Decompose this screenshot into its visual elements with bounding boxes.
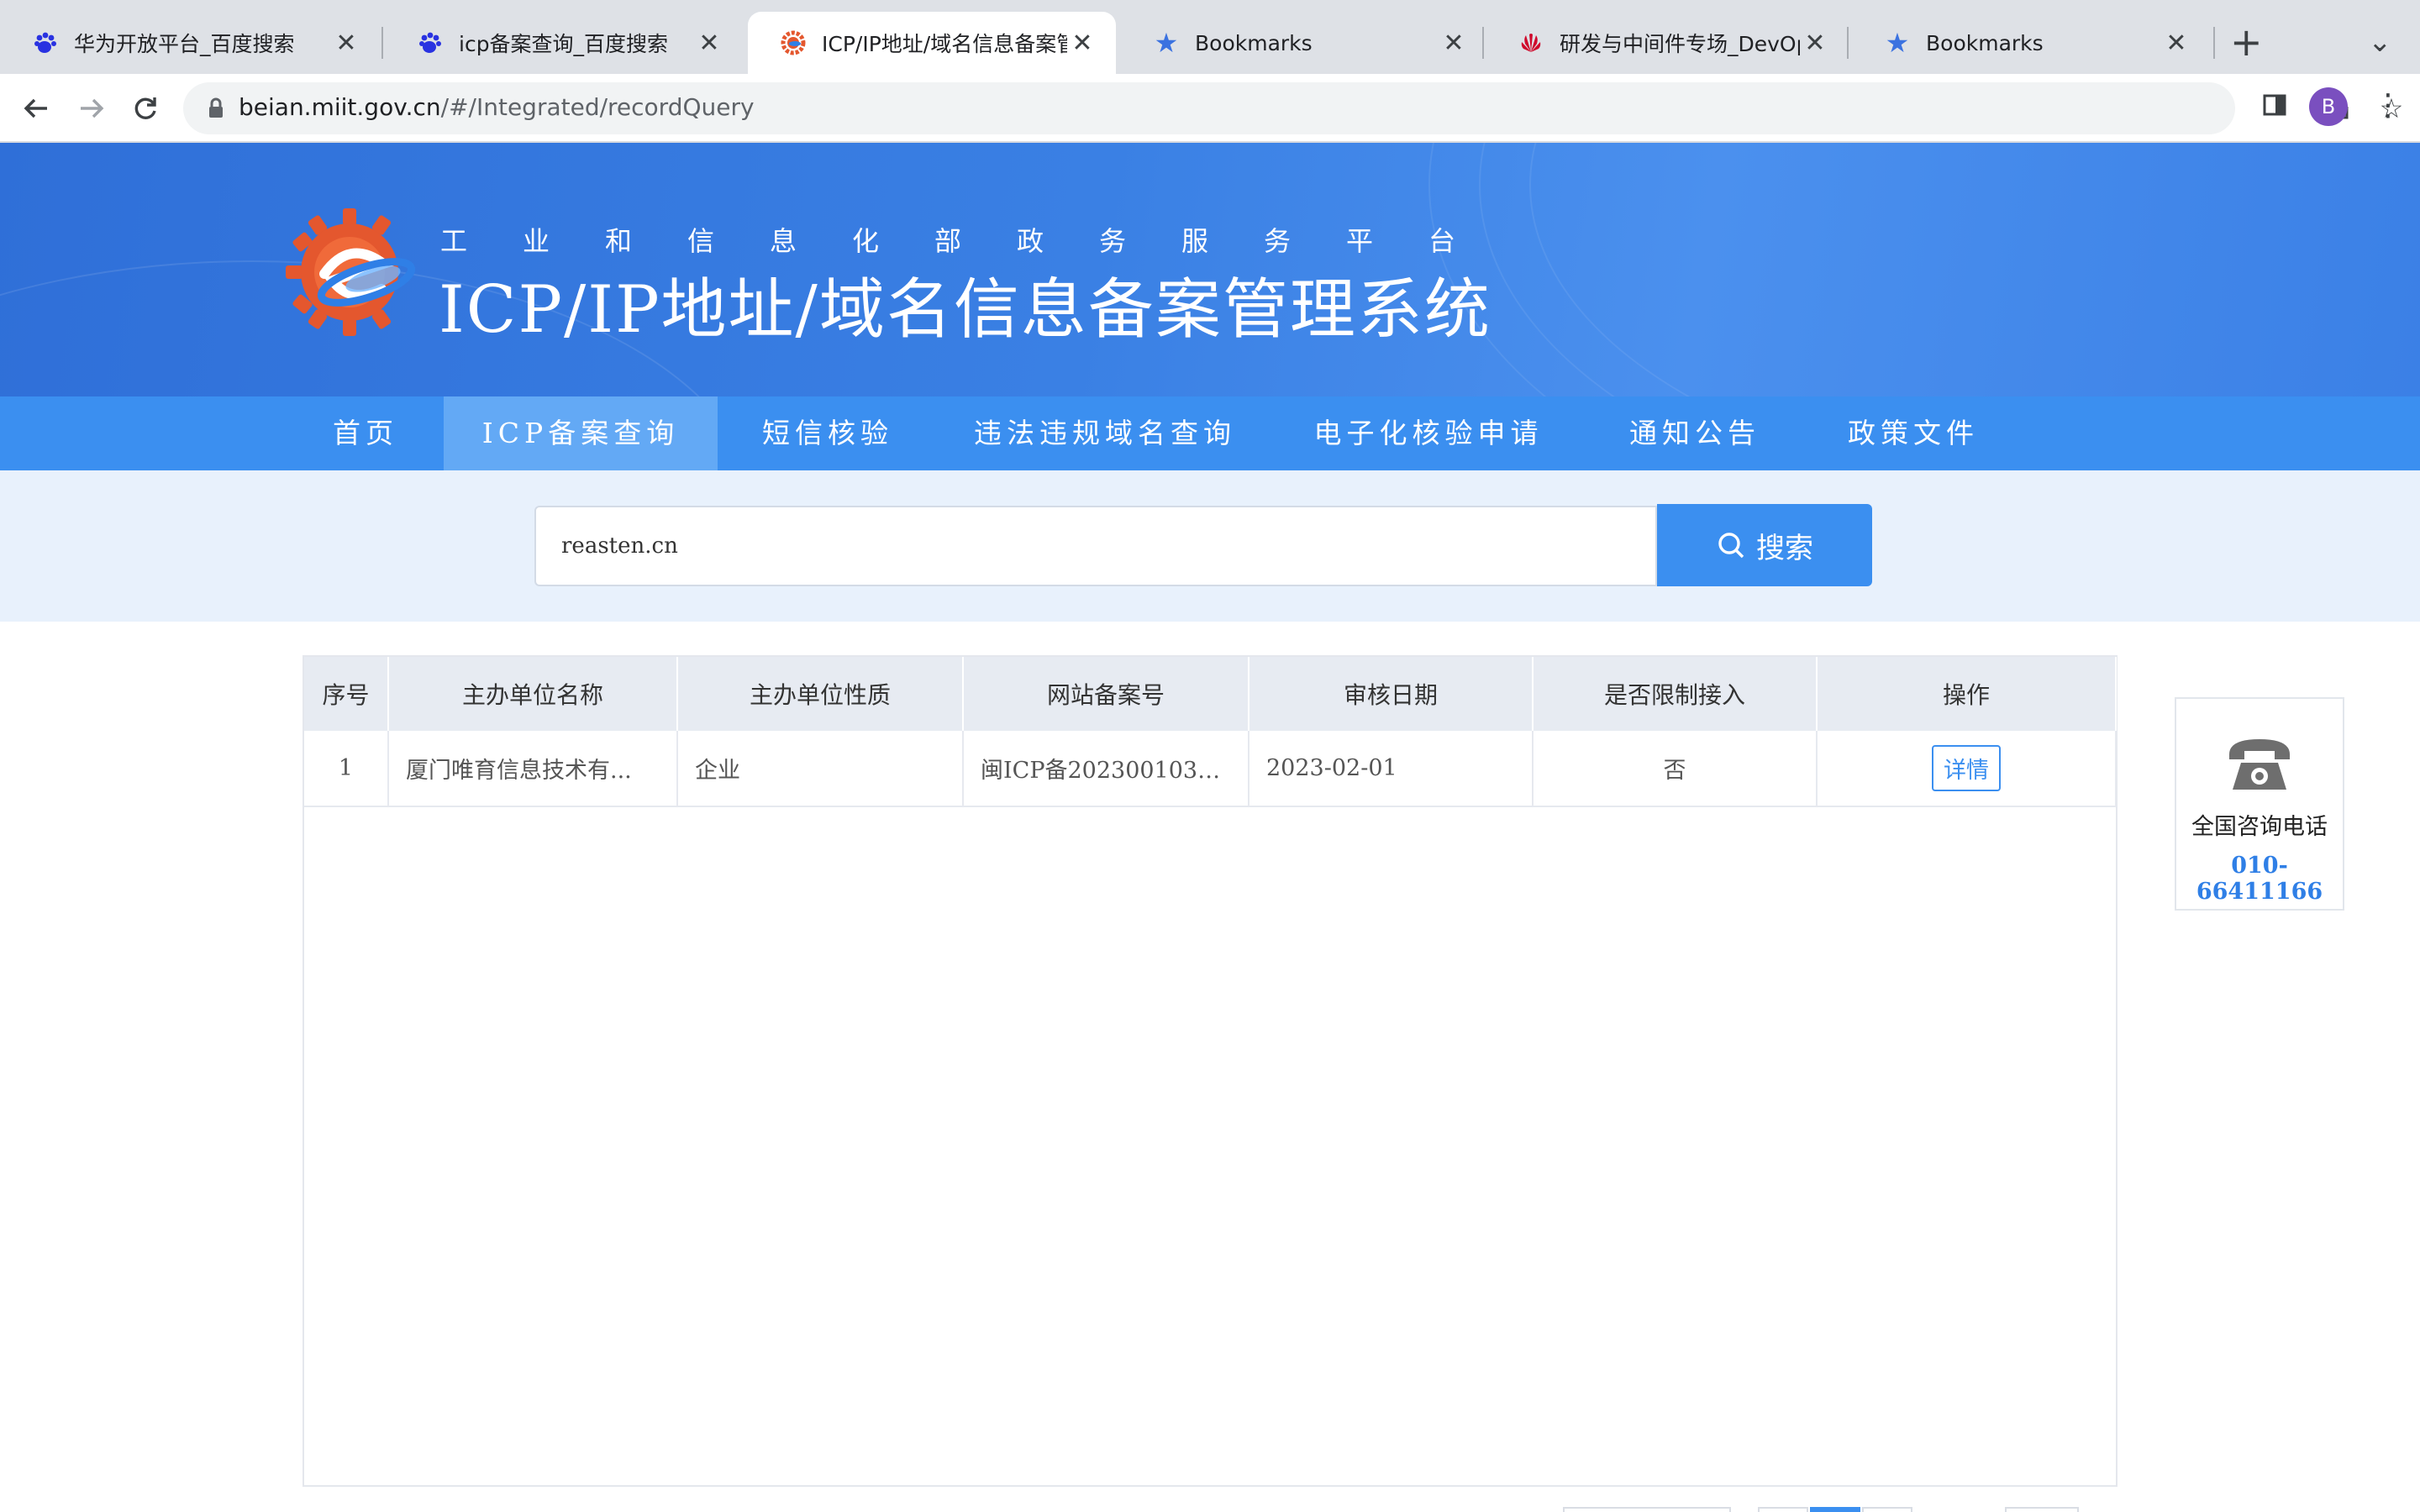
- huawei-logo-icon: [1518, 29, 1544, 56]
- tab-divider: [2213, 27, 2215, 59]
- site-banner: 工业和信息化部政务服务平台 ICP/IP地址/域名信息备案管理系统: [0, 143, 2420, 396]
- telephone-icon: [2176, 729, 2343, 796]
- address-bar[interactable]: beian.miit.gov.cn/#/Integrated/recordQue…: [183, 82, 2403, 134]
- tab-divider: [1482, 27, 1484, 59]
- consult-phone-number[interactable]: 010-66411166: [2176, 853, 2343, 905]
- search-input[interactable]: [534, 506, 1657, 586]
- search-icon: [1716, 530, 1746, 560]
- column-header-name: 主办单位名称: [388, 657, 678, 731]
- column-header-index: 序号: [304, 657, 389, 731]
- nav-item-illegal-domain[interactable]: 违法违规域名查询: [966, 396, 1244, 470]
- results-table: 序号 主办单位名称 主办单位性质 网站备案号 审核日期 是否限制接入 操作 1 …: [302, 655, 2118, 1487]
- cell-action: 详情: [1817, 731, 2117, 807]
- nav-item-e-verify[interactable]: 电子化核验申请: [1311, 396, 1546, 470]
- cell-record-no: 闽ICP备2023001031号-1: [963, 731, 1249, 807]
- nav-item-sms-verify[interactable]: 短信核验: [739, 396, 916, 470]
- url-path: /#/Integrated/recordQuery: [440, 93, 755, 121]
- pagination-size-select[interactable]: [1563, 1507, 1731, 1512]
- table-header-row: 序号 主办单位名称 主办单位性质 网站备案号 审核日期 是否限制接入 操作: [304, 657, 2117, 731]
- tab-title: 华为开放平台_百度搜索: [74, 32, 295, 56]
- tab-title: Bookmarks: [1195, 30, 1313, 55]
- table-row: 1 厦门唯育信息技术有... 企业 闽ICP备2023001031号-1 202…: [304, 731, 2117, 807]
- search-button-label: 搜索: [1756, 531, 1813, 565]
- column-header-restricted: 是否限制接入: [1533, 657, 1818, 731]
- close-icon[interactable]: ✕: [694, 29, 724, 58]
- banner-title: ICP/IP地址/域名信息备案管理系统: [439, 272, 1491, 348]
- reload-icon[interactable]: [124, 87, 166, 129]
- site-nav: 首页 ICP备案查询 短信核验 违法违规域名查询 电子化核验申请 通知公告 政策…: [0, 396, 2420, 470]
- close-icon[interactable]: ✕: [331, 29, 361, 58]
- close-icon[interactable]: ✕: [1067, 29, 1097, 58]
- pagination-prev[interactable]: [1758, 1507, 1808, 1512]
- pagination-page-current[interactable]: [1810, 1507, 1860, 1512]
- search-section: 搜索: [0, 470, 2420, 622]
- search-button[interactable]: 搜索: [1657, 504, 1872, 586]
- url-host: beian.miit.gov.cn: [239, 93, 441, 121]
- column-header-record-no: 网站备案号: [963, 657, 1249, 731]
- star-icon: ★: [1154, 27, 1179, 59]
- tab-divider: [381, 27, 383, 59]
- cell-index: 1: [304, 731, 389, 807]
- baidu-paw-icon: [32, 29, 59, 56]
- cell-name: 厦门唯育信息技术有...: [388, 731, 678, 807]
- profile-avatar[interactable]: B: [2309, 87, 2348, 126]
- tab-title: Bookmarks: [1926, 30, 2044, 55]
- tab-divider: [1847, 27, 1849, 59]
- browser-tab-1[interactable]: 华为开放平台_百度搜索 ✕: [0, 12, 380, 74]
- cell-restricted: 否: [1533, 731, 1818, 807]
- pagination-next[interactable]: [1862, 1507, 1912, 1512]
- detail-button[interactable]: 详情: [1932, 745, 2001, 791]
- side-panel-icon[interactable]: [2259, 92, 2291, 124]
- banner-subtitle: 工业和信息化部政务服务平台: [440, 225, 1512, 257]
- nav-item-home[interactable]: 首页: [316, 396, 415, 470]
- more-menu-icon[interactable]: ⋮: [2373, 87, 2403, 124]
- column-header-date: 审核日期: [1249, 657, 1534, 731]
- new-tab-plus-icon[interactable]: +: [2230, 22, 2263, 62]
- consult-phone-card: 全国咨询电话 010-66411166: [2175, 697, 2344, 911]
- banner-decoration: [1529, 143, 2420, 396]
- consult-label: 全国咨询电话: [2191, 814, 2328, 840]
- miit-logo-icon: [780, 29, 807, 56]
- lock-icon[interactable]: [203, 96, 229, 121]
- browser-tab-2[interactable]: icp备案查询_百度搜索 ✕: [385, 12, 743, 74]
- url-text: beian.miit.gov.cn/#/Integrated/recordQue…: [239, 93, 755, 121]
- nav-item-notices[interactable]: 通知公告: [1627, 396, 1763, 470]
- close-icon[interactable]: ✕: [2161, 29, 2191, 58]
- cell-date: 2023-02-01: [1249, 731, 1534, 807]
- tab-title: icp备案查询_百度搜索: [459, 32, 669, 56]
- pagination-goto-input[interactable]: [2005, 1507, 2079, 1512]
- browser-tab-strip: 华为开放平台_百度搜索 ✕ icp备案查询_百度搜索 ✕ ICP/IP地址/域名…: [0, 0, 2420, 74]
- browser-tab-3-active[interactable]: ICP/IP地址/域名信息备案管理 ✕: [748, 12, 1116, 74]
- close-icon[interactable]: ✕: [1439, 29, 1469, 58]
- forward-arrow-icon[interactable]: [71, 87, 113, 129]
- tab-title: 研发与中间件专场_DevOps_: [1560, 32, 1800, 56]
- column-header-action: 操作: [1817, 657, 2117, 731]
- column-header-nature: 主办单位性质: [677, 657, 964, 731]
- tab-title: ICP/IP地址/域名信息备案管理: [822, 32, 1067, 56]
- nav-item-policies[interactable]: 政策文件: [1845, 396, 1981, 470]
- star-icon: ★: [1885, 27, 1910, 59]
- browser-tab-4[interactable]: ★ Bookmarks ✕: [1121, 12, 1487, 74]
- browser-tab-6[interactable]: ★ Bookmarks ✕: [1852, 12, 2210, 74]
- browser-tab-5[interactable]: 研发与中间件专场_DevOps_ ✕: [1486, 12, 1849, 74]
- cell-nature: 企业: [677, 731, 964, 807]
- miit-logo-icon: [282, 205, 417, 339]
- nav-item-icp-query[interactable]: ICP备案查询: [444, 396, 718, 470]
- back-arrow-icon[interactable]: [15, 87, 57, 129]
- baidu-paw-icon: [417, 29, 444, 56]
- chevron-down-icon[interactable]: ⌄: [2368, 25, 2392, 59]
- close-icon[interactable]: ✕: [1800, 29, 1830, 58]
- browser-toolbar: beian.miit.gov.cn/#/Integrated/recordQue…: [0, 74, 2420, 143]
